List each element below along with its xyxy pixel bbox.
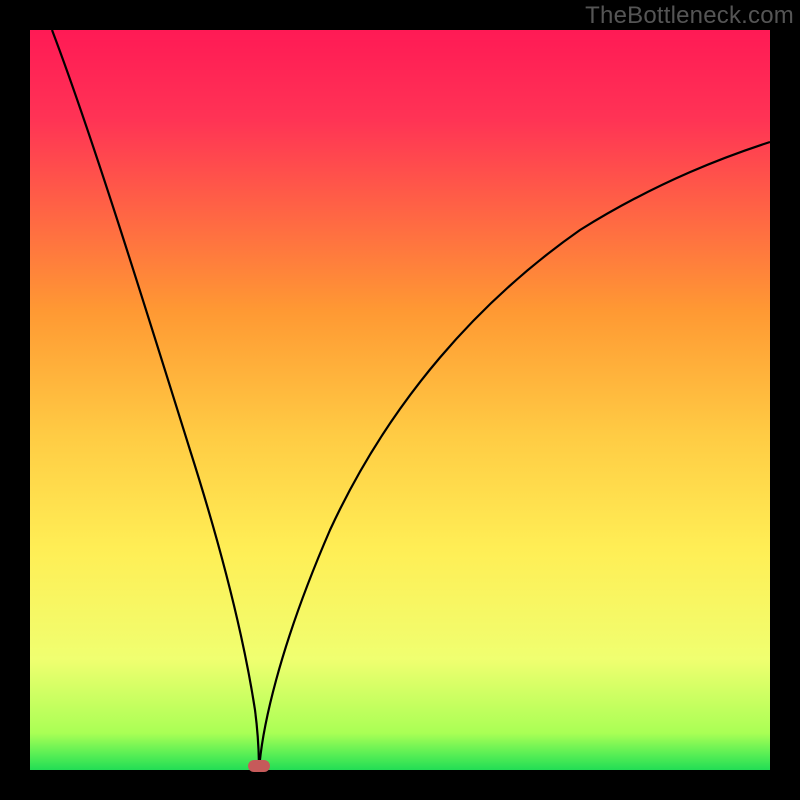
- curve-right-branch: [259, 142, 770, 770]
- bottleneck-marker: [248, 760, 270, 772]
- curve-svg: [30, 30, 770, 770]
- curve-left-branch: [52, 30, 259, 770]
- plot-area: [30, 30, 770, 770]
- watermark-text: TheBottleneck.com: [585, 2, 794, 30]
- chart-frame: TheBottleneck.com: [0, 0, 800, 800]
